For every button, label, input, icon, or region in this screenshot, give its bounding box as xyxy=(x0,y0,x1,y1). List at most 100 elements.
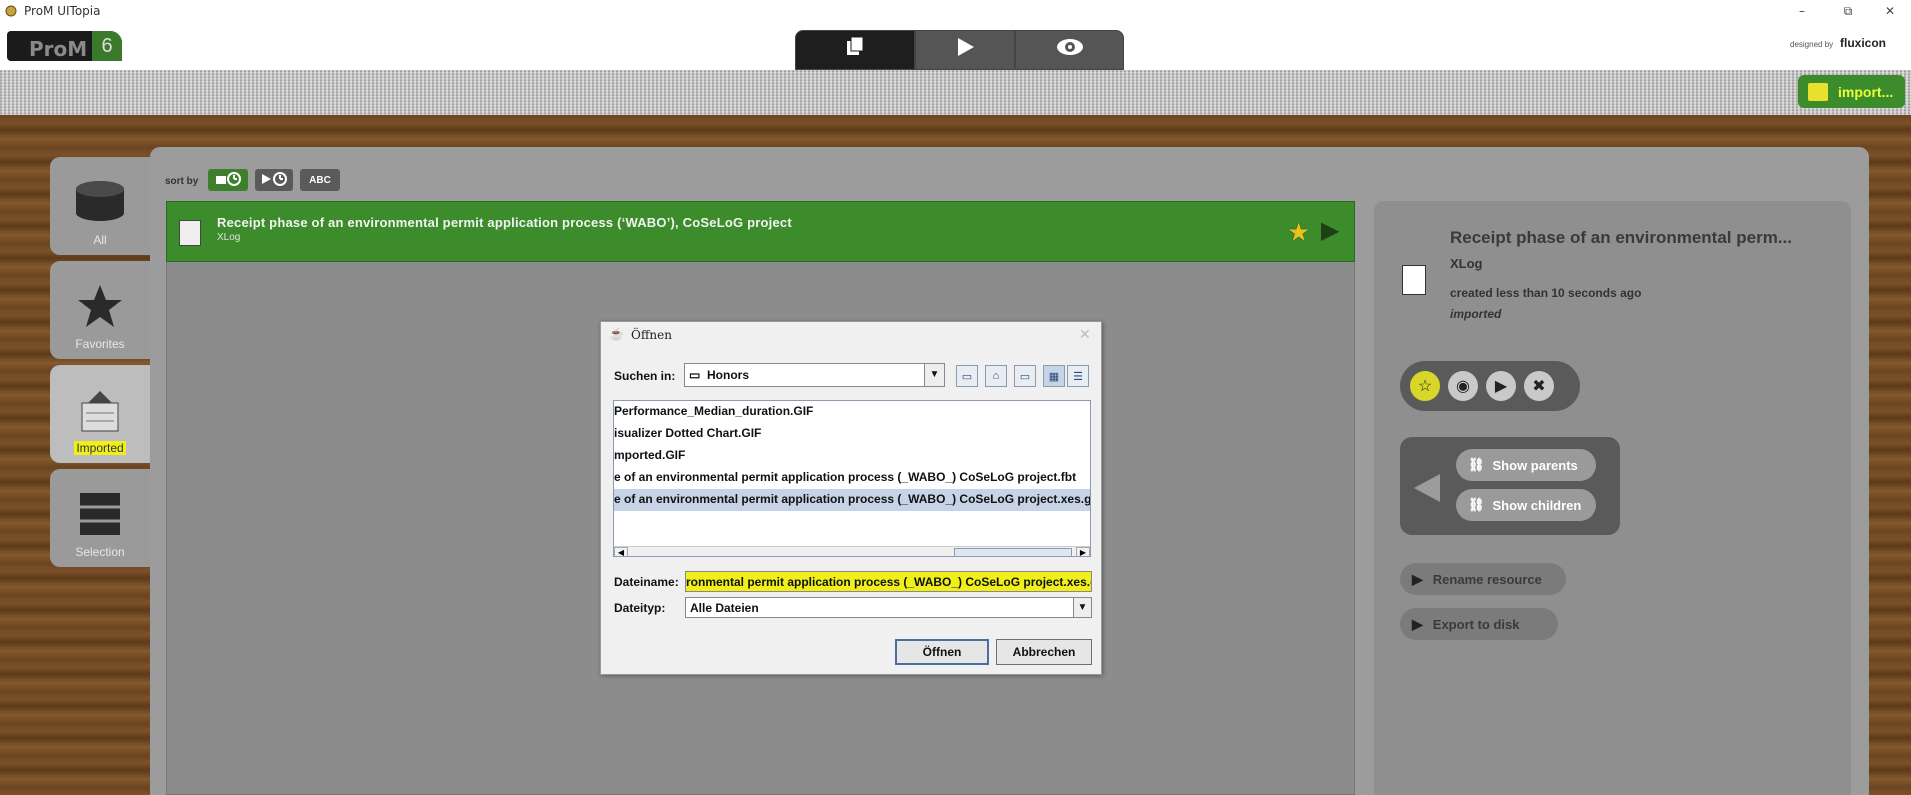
sort-alphabetical-button[interactable]: ABC xyxy=(300,169,340,191)
nav-imported-label: Imported xyxy=(74,441,126,455)
rename-label: Rename resource xyxy=(1432,571,1542,587)
view-eye-icon[interactable]: ◉ xyxy=(1448,371,1478,401)
look-in-select[interactable]: ▭ Honors ▼ xyxy=(684,363,945,387)
nav-favorites[interactable]: Favorites xyxy=(50,261,150,359)
parents-icon: ⛓ xyxy=(1468,457,1485,472)
dialog-close-icon[interactable]: ✕ xyxy=(1079,326,1091,343)
logo-text: ProM xyxy=(29,37,88,61)
resource-title: Receipt phase of an environmental permit… xyxy=(217,215,792,230)
file-item-selected[interactable]: e of an environmental permit application… xyxy=(614,489,1090,511)
nav-selection-label: Selection xyxy=(75,545,125,559)
nav-imported[interactable]: Imported xyxy=(50,365,150,463)
file-item[interactable]: Performance_Median_duration.GIF xyxy=(614,401,1090,423)
filetype-select[interactable]: Alle Dateien ▼ xyxy=(685,597,1092,618)
file-item[interactable]: mported.GIF xyxy=(614,445,1090,467)
look-in-value: Honors xyxy=(707,368,749,382)
filetype-value: Alle Dateien xyxy=(690,601,759,615)
children-icon: ⛓ xyxy=(1468,497,1485,512)
delete-x-icon[interactable]: ✖ xyxy=(1524,371,1554,401)
export-label: Export to disk xyxy=(1432,616,1520,632)
sort-created-icon xyxy=(214,171,242,189)
dialog-app-icon: ☕ xyxy=(609,327,624,341)
file-item[interactable]: e of an environmental permit application… xyxy=(614,467,1090,489)
info-type: XLog xyxy=(1450,256,1483,271)
app-icon xyxy=(4,4,18,18)
look-in-label: Suchen in: xyxy=(614,369,676,383)
show-parents-label: Show parents xyxy=(1492,457,1578,473)
workspace-icon xyxy=(843,35,867,66)
window-title: ProM UITopia xyxy=(24,4,101,18)
cancel-button[interactable]: Abbrechen xyxy=(996,639,1092,665)
filetype-dropdown-icon[interactable]: ▼ xyxy=(1073,598,1091,617)
import-button[interactable]: import... xyxy=(1798,75,1905,108)
fluxicon-brand: fluxicon xyxy=(1840,36,1887,50)
nav-selection[interactable]: Selection xyxy=(50,469,150,567)
list-view-icon[interactable]: ▦ xyxy=(1043,365,1065,387)
tab-workspace[interactable] xyxy=(795,30,915,70)
import-box-icon xyxy=(78,389,122,440)
rename-icon: ▶ xyxy=(1412,570,1423,587)
close-window-button[interactable]: ✕ xyxy=(1870,2,1910,20)
resource-type: XLog xyxy=(217,232,241,243)
minimize-button[interactable]: – xyxy=(1782,2,1822,20)
file-item[interactable]: isualizer Dotted Chart.GIF xyxy=(614,423,1090,445)
tab-actions[interactable] xyxy=(915,30,1015,70)
nav-all-label: All xyxy=(93,233,107,247)
database-icon xyxy=(74,179,126,228)
document-icon xyxy=(179,220,201,246)
up-folder-icon[interactable]: ▭ xyxy=(956,365,978,387)
details-view-icon[interactable]: ☰ xyxy=(1067,365,1089,387)
sort-action-icon xyxy=(260,171,288,189)
folder-icon: ▭ xyxy=(689,368,701,382)
logo-version: 6 xyxy=(92,31,122,61)
favorite-star-icon[interactable]: ★ xyxy=(1287,217,1310,248)
scroll-thumb[interactable] xyxy=(954,548,1072,556)
favorite-icon[interactable]: ☆ xyxy=(1410,371,1440,401)
rename-resource-button[interactable]: ▶ Rename resource xyxy=(1400,563,1566,595)
filetype-label: Dateityp: xyxy=(614,601,666,615)
show-children-button[interactable]: ⛓ Show children xyxy=(1456,489,1596,521)
open-file-dialog: ☕ Öffnen ✕ Suchen in: ▭ Honors ▼ ▭ ⌂ ▭ ▦… xyxy=(600,321,1102,675)
header-noise-band xyxy=(0,70,1911,115)
sort-by-creation-button[interactable] xyxy=(208,169,248,191)
scroll-right-icon[interactable]: ▶ xyxy=(1076,547,1090,556)
tab-views[interactable] xyxy=(1015,30,1124,70)
look-in-dropdown-icon[interactable]: ▼ xyxy=(924,364,944,386)
action-play-icon[interactable]: ▶ xyxy=(1486,371,1516,401)
open-button[interactable]: Öffnen xyxy=(895,639,989,665)
new-folder-icon[interactable]: ▭ xyxy=(1014,365,1036,387)
play-icon xyxy=(954,36,976,65)
window-titlebar: ProM UITopia – ⧉ ✕ xyxy=(0,0,1911,23)
filename-label: Dateiname: xyxy=(614,575,679,589)
list-icon xyxy=(78,491,122,542)
eye-icon xyxy=(1055,36,1085,64)
show-parents-button[interactable]: ⛓ Show parents xyxy=(1456,449,1596,481)
scroll-left-icon[interactable]: ◀ xyxy=(614,547,628,556)
sort-by-action-button[interactable] xyxy=(255,169,293,191)
info-status: imported xyxy=(1450,307,1502,321)
horizontal-scrollbar[interactable]: ◀ ▶ xyxy=(614,546,1090,556)
designed-by-text: designed by xyxy=(1790,40,1834,49)
nav-all[interactable]: All xyxy=(50,157,150,255)
home-folder-icon[interactable]: ⌂ xyxy=(985,365,1007,387)
star-icon xyxy=(76,283,124,334)
maximize-button[interactable]: ⧉ xyxy=(1828,2,1868,20)
back-arrow-icon xyxy=(1414,474,1440,502)
nav-favorites-label: Favorites xyxy=(75,337,125,351)
view-tabs xyxy=(795,30,1124,70)
export-icon: ▶ xyxy=(1412,615,1423,632)
filename-input[interactable]: ronmental permit application process (_W… xyxy=(685,571,1092,592)
info-title: Receipt phase of an environmental perm..… xyxy=(1450,228,1792,247)
info-document-icon xyxy=(1402,265,1426,295)
export-to-disk-button[interactable]: ▶ Export to disk xyxy=(1400,608,1558,640)
show-children-label: Show children xyxy=(1492,497,1582,513)
resource-row[interactable]: Receipt phase of an environmental permit… xyxy=(166,201,1355,262)
dialog-title: Öffnen xyxy=(631,328,672,342)
import-label: import... xyxy=(1838,83,1894,100)
prom-logo: ProM 6 xyxy=(7,31,122,61)
info-created: created less than 10 seconds ago xyxy=(1450,286,1642,300)
import-icon xyxy=(1808,82,1828,101)
resource-play-icon[interactable]: ▶ xyxy=(1321,216,1339,245)
file-list: Performance_Median_duration.GIF isualize… xyxy=(613,400,1091,557)
resource-actions: ☆ ◉ ▶ ✖ xyxy=(1400,361,1580,411)
